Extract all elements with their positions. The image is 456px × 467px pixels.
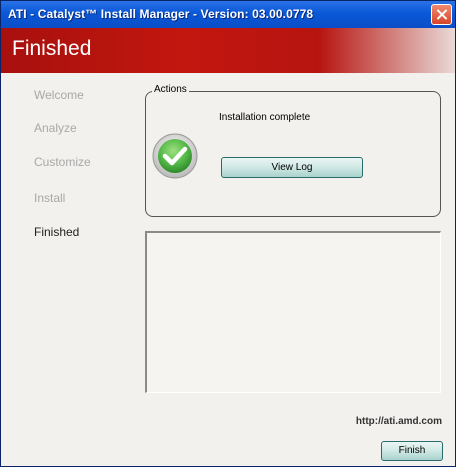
step-finished: Finished	[34, 225, 80, 239]
log-panel[interactable]	[145, 231, 441, 393]
installation-status: Installation complete	[219, 112, 311, 123]
install-manager-window: ATI - Catalyst™ Install Manager - Versio…	[0, 0, 456, 467]
finish-button[interactable]: Finish	[381, 441, 443, 461]
step-analyze: Analyze	[34, 121, 77, 135]
step-customize: Customize	[34, 155, 91, 169]
checkmark-icon	[152, 133, 198, 179]
page-title: Finished	[12, 37, 92, 60]
window-title: ATI - Catalyst™ Install Manager - Versio…	[8, 7, 314, 21]
step-welcome: Welcome	[34, 88, 84, 102]
step-install: Install	[34, 191, 66, 205]
actions-legend: Actions	[152, 84, 189, 95]
steps-sidebar: Welcome Analyze Customize Install Finish…	[1, 73, 141, 466]
view-log-button[interactable]: View Log	[221, 157, 363, 178]
page-banner: Finished	[1, 28, 455, 73]
title-bar[interactable]: ATI - Catalyst™ Install Manager - Versio…	[1, 1, 455, 29]
ati-website-link[interactable]: http://ati.amd.com	[356, 416, 442, 427]
actions-group: Actions Installation complete View Log	[145, 84, 441, 217]
close-icon[interactable]	[431, 4, 452, 25]
